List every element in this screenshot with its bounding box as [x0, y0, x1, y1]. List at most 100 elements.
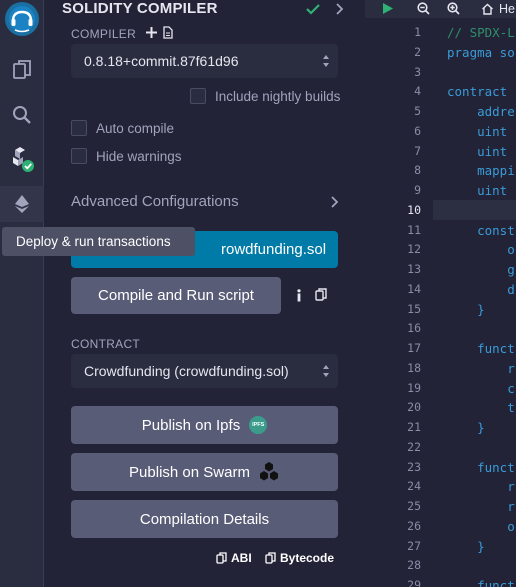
advanced-configurations-toggle[interactable]: Advanced Configurations — [71, 193, 239, 210]
auto-compile-checkbox[interactable] — [71, 120, 87, 136]
chevron-right-icon[interactable] — [331, 196, 339, 208]
compiler-version-value: 0.8.18+commit.87f61d96 — [84, 53, 239, 69]
code-line: // SPDX-L — [447, 25, 515, 40]
contract-label: CONTRACT — [71, 337, 141, 351]
swarm-icon — [259, 462, 278, 481]
line-number: 1 — [414, 25, 421, 39]
line-number: 16 — [407, 321, 421, 336]
deploy-run-icon[interactable] — [0, 186, 44, 222]
code-line: r — [447, 360, 515, 376]
code-line: g — [447, 262, 515, 277]
auto-compile-checkbox-row[interactable]: Auto compile — [71, 120, 174, 136]
check-icon — [306, 4, 320, 15]
code-line: uint — [447, 143, 508, 159]
hide-warnings-checkbox-row[interactable]: Hide warnings — [71, 148, 182, 164]
copy-icon[interactable] — [315, 288, 327, 301]
contract-select[interactable]: Crowdfunding (crowdfunding.sol) — [71, 354, 338, 388]
copy-icon — [216, 552, 227, 564]
line-number: 22 — [407, 439, 421, 454]
code-line: o — [447, 518, 515, 534]
hide-warnings-label: Hide warnings — [96, 148, 182, 164]
icon-rail — [0, 0, 44, 587]
copy-bytecode-link[interactable]: Bytecode — [265, 551, 334, 565]
zoom-in-icon[interactable] — [447, 2, 460, 15]
code-line: const — [447, 222, 515, 238]
include-nightly-checkbox-row[interactable]: Include nightly builds — [190, 88, 340, 104]
line-number: 4 — [414, 84, 421, 99]
line-number: 9 — [414, 183, 421, 197]
line-number: 21 — [407, 420, 421, 434]
line-number: 5 — [414, 104, 421, 118]
search-icon[interactable] — [0, 97, 44, 133]
select-arrows-icon — [323, 365, 329, 377]
line-number: 27 — [407, 538, 421, 553]
editor-toolbar: He — [365, 0, 516, 18]
code-line: } — [447, 538, 485, 554]
zoom-out-icon[interactable] — [417, 2, 430, 15]
line-number: 26 — [407, 518, 421, 533]
home-icon — [482, 3, 493, 15]
remix-logo-icon[interactable] — [5, 2, 39, 36]
line-number: 11 — [407, 222, 421, 237]
include-nightly-checkbox[interactable] — [190, 88, 206, 104]
code-line: contract — [447, 84, 508, 100]
publish-swarm-label: Publish on Swarm — [129, 463, 250, 481]
compile-button-label: rowdfunding.sol — [221, 241, 327, 258]
compile-and-run-button[interactable]: Compile and Run script — [71, 277, 281, 314]
code-line: addre — [447, 104, 515, 119]
editor-tab-label: He — [499, 2, 515, 16]
code-line: } — [447, 420, 485, 435]
code-line: t — [447, 400, 515, 416]
select-arrows-icon — [323, 55, 329, 67]
line-number: 2 — [414, 44, 421, 59]
deploy-run-tooltip: Deploy & run transactions — [2, 227, 195, 256]
compiler-label: COMPILER — [71, 27, 137, 41]
line-number: 20 — [407, 400, 421, 415]
code-line: funct — [447, 459, 515, 475]
hide-warnings-checkbox[interactable] — [71, 148, 87, 164]
code-line: c — [447, 380, 515, 396]
line-number: 13 — [407, 262, 421, 276]
publish-swarm-button[interactable]: Publish on Swarm — [71, 453, 338, 491]
file-icon[interactable] — [163, 26, 173, 39]
line-number: 7 — [414, 143, 421, 158]
panel-title: SOLIDITY COMPILER — [62, 0, 218, 17]
code-line: } — [447, 301, 485, 317]
editor-home-tab[interactable]: He — [481, 0, 515, 18]
copy-icon — [265, 552, 276, 564]
line-number: 12 — [407, 242, 421, 257]
add-compiler-icon[interactable] — [146, 27, 157, 38]
line-number: 28 — [407, 558, 421, 573]
line-number: 24 — [407, 479, 421, 494]
editor-gutter: 1 2 3 4 5 6 7 8 9 10 11 12 13 14 15 16 17 18 19 20 21 22 23 24 2… — [365, 18, 433, 587]
solidity-compiler-icon[interactable] — [0, 141, 44, 177]
info-icon[interactable] — [296, 289, 302, 302]
panel-divider[interactable] — [352, 0, 365, 587]
code-line: pragma so — [447, 44, 515, 60]
compilation-details-label: Compilation Details — [139, 510, 270, 528]
ipfs-icon: IPFS — [249, 416, 268, 434]
active-line-highlight — [433, 199, 516, 220]
solidity-compiler-panel: SOLIDITY COMPILER COMPILER 0.8.18+commit… — [45, 0, 352, 587]
code-editor[interactable]: // SPDX-L pragma so contract addre uint ui… — [433, 18, 516, 587]
line-number: 14 — [407, 281, 421, 296]
compiler-version-select[interactable]: 0.8.18+commit.87f61d96 — [71, 44, 338, 78]
run-icon[interactable] — [382, 2, 394, 15]
line-number: 25 — [407, 499, 421, 513]
line-number: 6 — [414, 123, 421, 138]
auto-compile-label: Auto compile — [96, 120, 175, 136]
code-line: o — [447, 242, 515, 258]
copy-abi-link[interactable]: ABI — [216, 551, 252, 565]
line-number: 3 — [414, 64, 421, 79]
line-number: 18 — [407, 360, 421, 375]
bytecode-label: Bytecode — [280, 551, 335, 565]
line-number: 17 — [407, 341, 421, 355]
compilation-details-button[interactable]: Compilation Details — [71, 500, 338, 538]
file-explorer-icon[interactable] — [0, 52, 44, 88]
code-line: uint — [447, 183, 508, 198]
chevron-right-icon[interactable] — [336, 3, 344, 15]
code-line: funct — [447, 578, 515, 587]
line-number: 8 — [414, 163, 421, 178]
publish-ipfs-button[interactable]: Publish on Ipfs IPFS — [71, 406, 338, 444]
abi-label: ABI — [231, 551, 252, 565]
